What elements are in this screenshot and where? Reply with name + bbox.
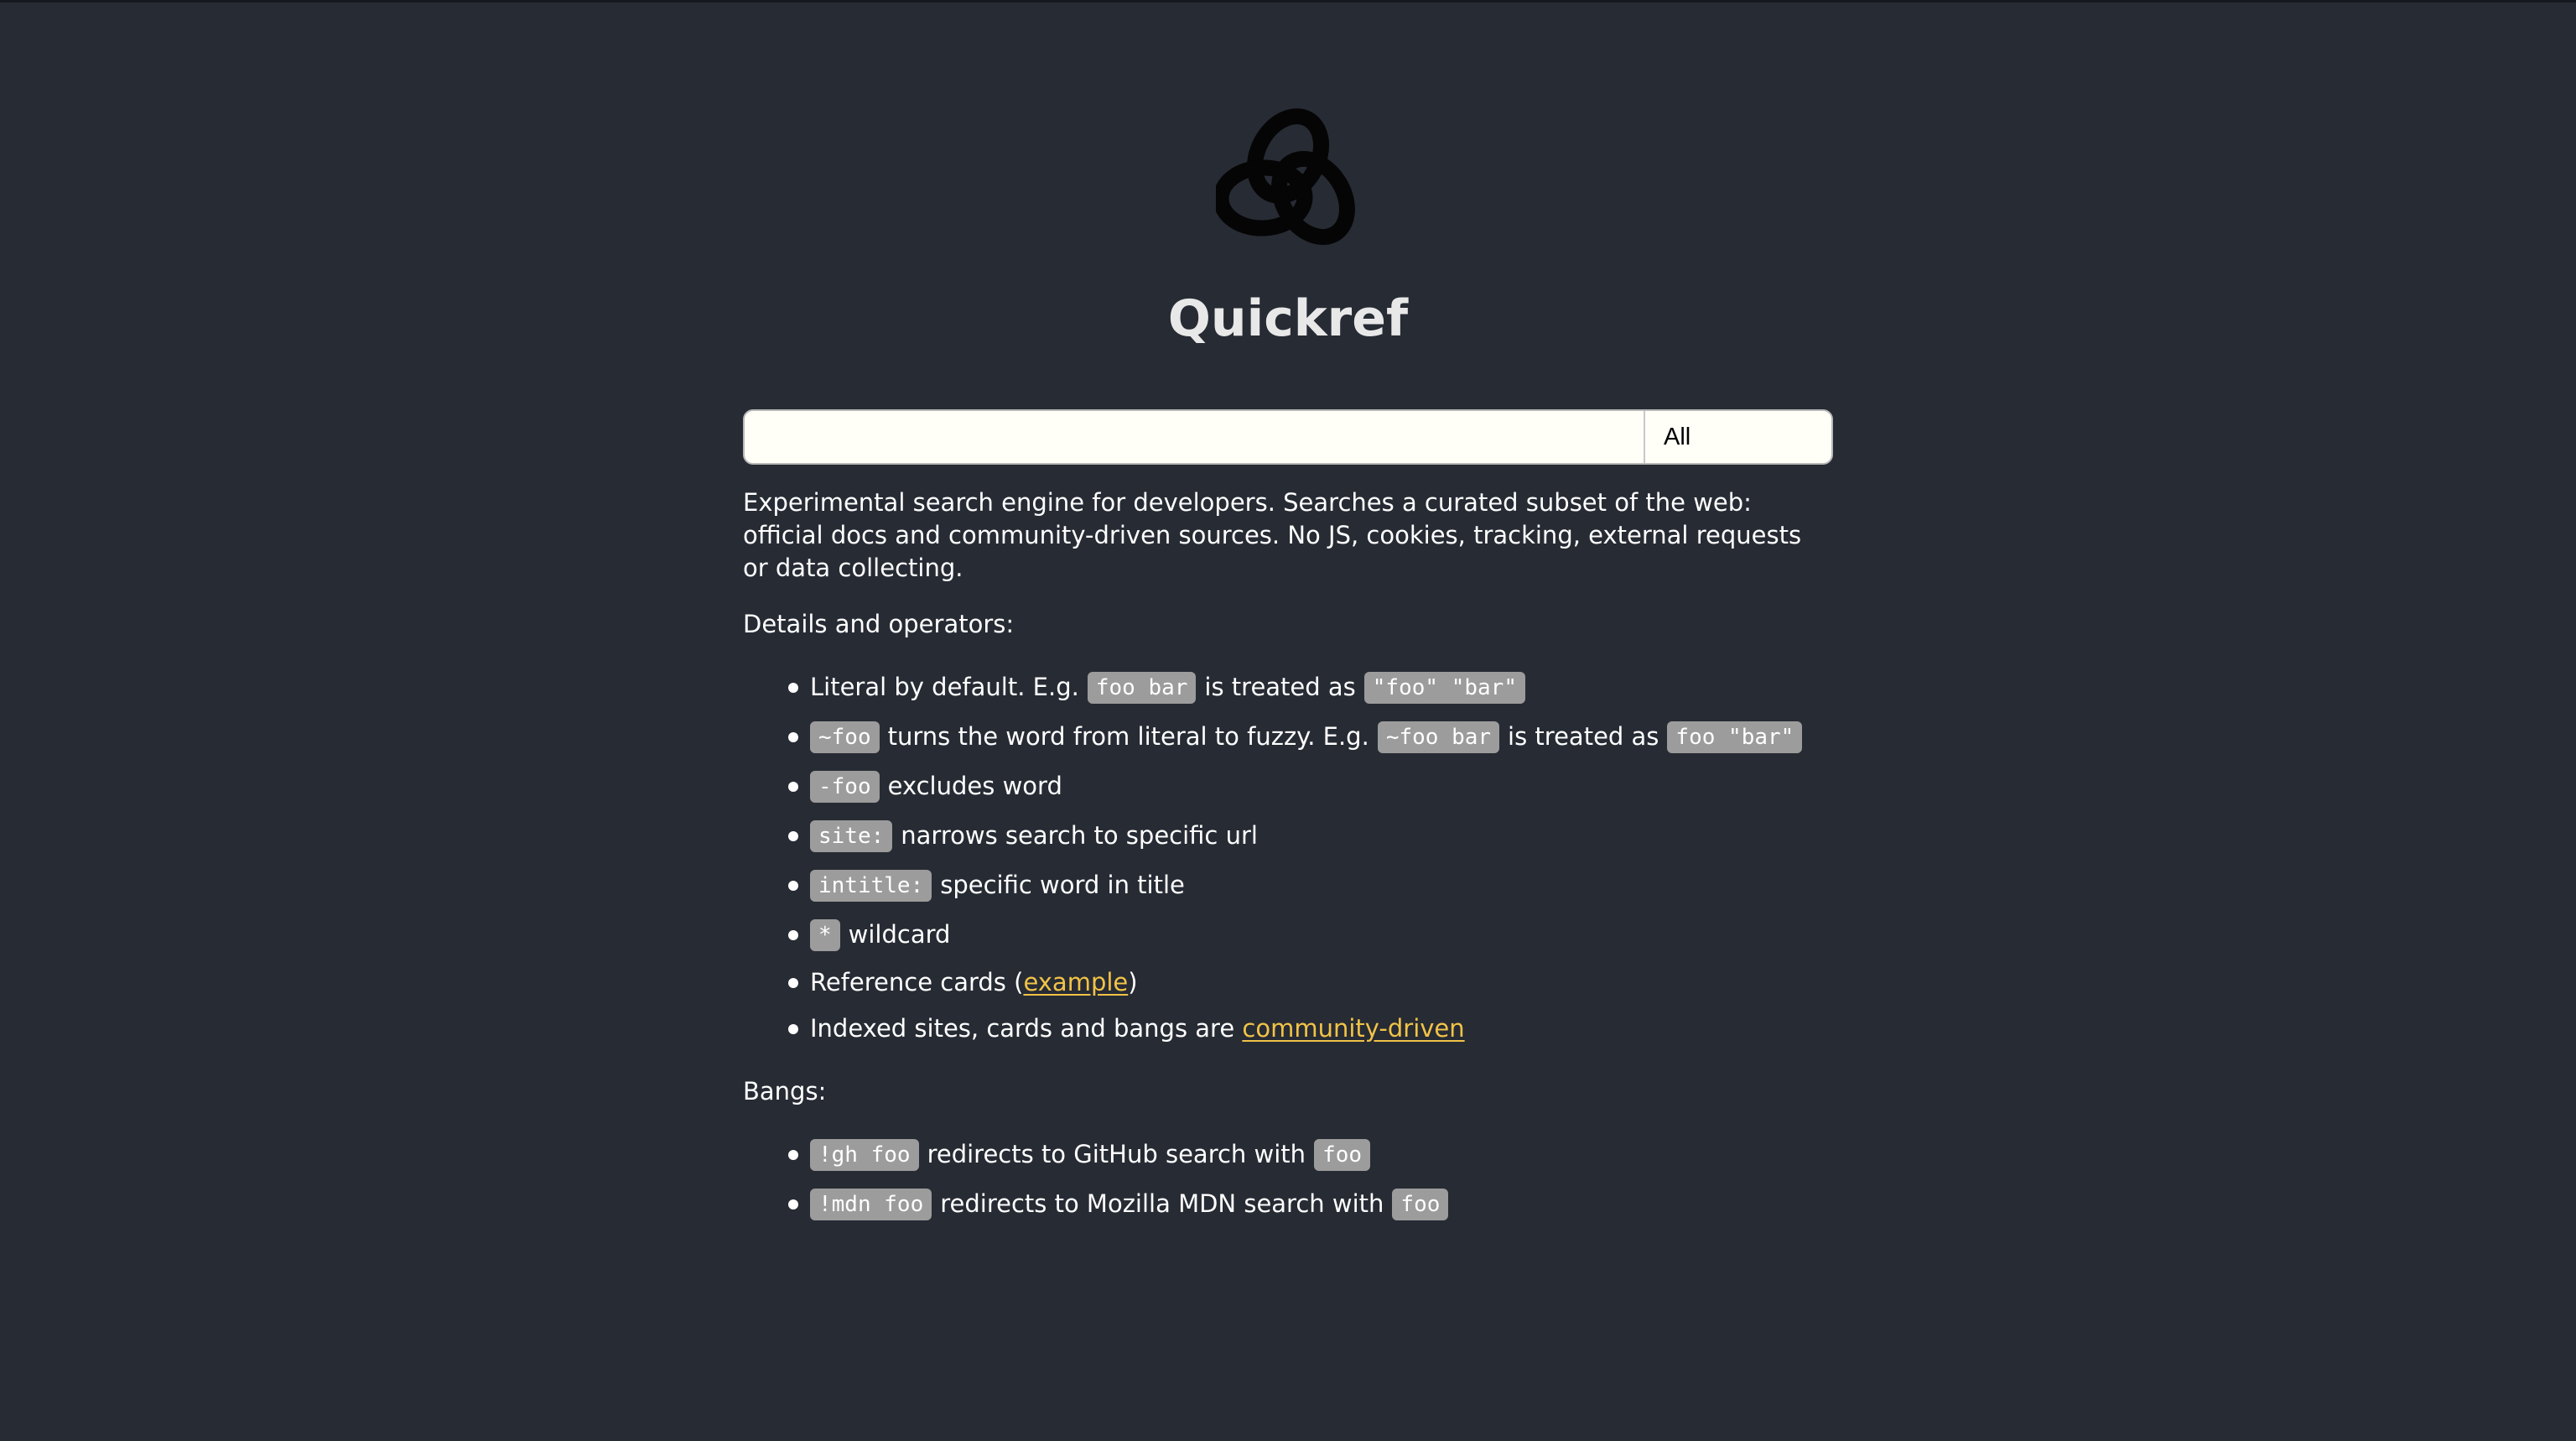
list-item-mdn-bang: !mdn foo redirects to Mozilla MDN search… [788,1179,1833,1229]
code-foo: foo [1314,1138,1371,1171]
quickref-logo-icon [1216,108,1355,245]
mdn-text: redirects to Mozilla MDN search with [940,1189,1384,1218]
bangs-heading: Bangs: [743,1077,827,1105]
list-item-site: site: narrows search to specific url [788,811,1833,861]
list-item-gh-bang: !gh foo redirects to GitHub search with … [788,1130,1833,1179]
code-tilde-foo: ~foo [810,720,880,753]
page-title: Quickref [1167,289,1409,348]
details-heading: Details and operators: [743,610,1015,638]
code-foo-quoted-bar: foo "bar" [1667,720,1803,753]
code-asterisk: * [810,918,840,951]
community-driven-link[interactable]: community-driven [1242,1012,1464,1045]
list-item-literal: Literal by default. E.g. foo bar is trea… [788,663,1833,712]
search-form: All [743,409,1833,465]
code-minus-foo: -foo [810,770,880,803]
main-content: Experimental search engine for developer… [743,486,1833,1252]
fuzzy-text-2: is treated as [1508,722,1659,751]
code-gh-foo: !gh foo [810,1138,919,1171]
bangs-list: !gh foo redirects to GitHub search with … [743,1130,1833,1229]
list-item-exclude: -foo excludes word [788,762,1833,811]
search-scope-select[interactable]: All [1644,411,1831,463]
code-intitle: intitle: [810,869,932,902]
code-tilde-foo-bar: ~foo bar [1377,720,1500,753]
intitle-text: specific word in title [940,871,1185,899]
fuzzy-text: turns the word from literal to fuzzy. E.… [887,722,1369,751]
literal-text-2: is treated as [1204,673,1356,701]
example-link[interactable]: example [1023,966,1128,999]
code-foo: foo [1392,1188,1449,1220]
list-item-fuzzy: ~foo turns the word from literal to fuzz… [788,712,1833,762]
list-item-intitle: intitle: specific word in title [788,861,1833,910]
code-foo-bar: foo bar [1087,671,1197,704]
exclude-text: excludes word [887,772,1062,800]
list-item-wildcard: * wildcard [788,910,1833,960]
indexed-text: Indexed sites, cards and bangs are [810,1014,1235,1043]
top-border [0,0,2576,3]
list-item-indexed: Indexed sites, cards and bangs are commu… [788,1006,1833,1052]
cards-text-2: ) [1128,968,1138,996]
search-scope-value: All [1664,423,1691,450]
cards-text: Reference cards ( [810,968,1024,996]
code-quoted-foo-bar: "foo" "bar" [1363,671,1525,704]
code-mdn-foo: !mdn foo [810,1188,932,1220]
operators-list: Literal by default. E.g. foo bar is trea… [743,663,1833,1052]
site-text: narrows search to specific url [901,821,1258,850]
code-site: site: [810,819,893,852]
search-input[interactable] [745,411,1644,463]
description-text: Experimental search engine for developer… [743,488,1802,582]
gh-text: redirects to GitHub search with [927,1140,1306,1168]
literal-text: Literal by default. E.g. [810,673,1079,701]
wildcard-text: wildcard [848,920,951,949]
list-item-reference-cards: Reference cards (example) [788,960,1833,1006]
